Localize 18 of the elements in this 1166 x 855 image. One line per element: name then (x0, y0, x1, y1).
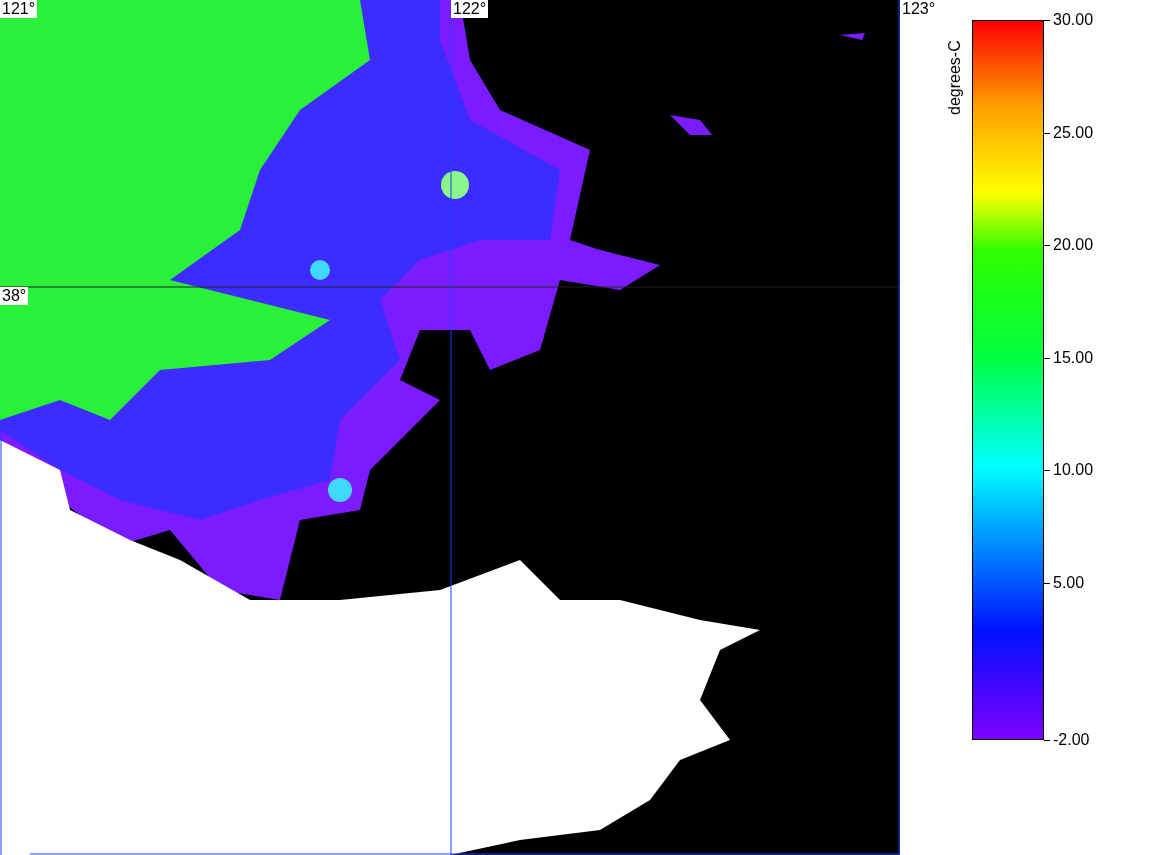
tick-label: 10.00 (1053, 461, 1094, 480)
longitude-label: 121° (0, 0, 38, 18)
tick-mark (1044, 20, 1050, 21)
colorbar-title: degrees-C (946, 39, 964, 115)
tick-mark (1044, 582, 1050, 584)
longitude-label: 122° (451, 0, 489, 18)
tick-label: 15.00 (1053, 348, 1094, 367)
tick-mark (1044, 132, 1050, 134)
tick-label: 20.00 (1053, 236, 1094, 255)
tick-label: -2.00 (1053, 731, 1090, 749)
latitude-label: 38° (0, 287, 29, 305)
tick-label: 30.00 (1053, 11, 1094, 29)
tick-label: 25.00 (1053, 123, 1094, 142)
tick-label: 5.00 (1053, 573, 1085, 592)
tick-mark (1044, 740, 1050, 741)
tick-mark (1044, 357, 1050, 359)
tick-mark (1044, 245, 1050, 247)
tick-mark (1044, 470, 1050, 472)
